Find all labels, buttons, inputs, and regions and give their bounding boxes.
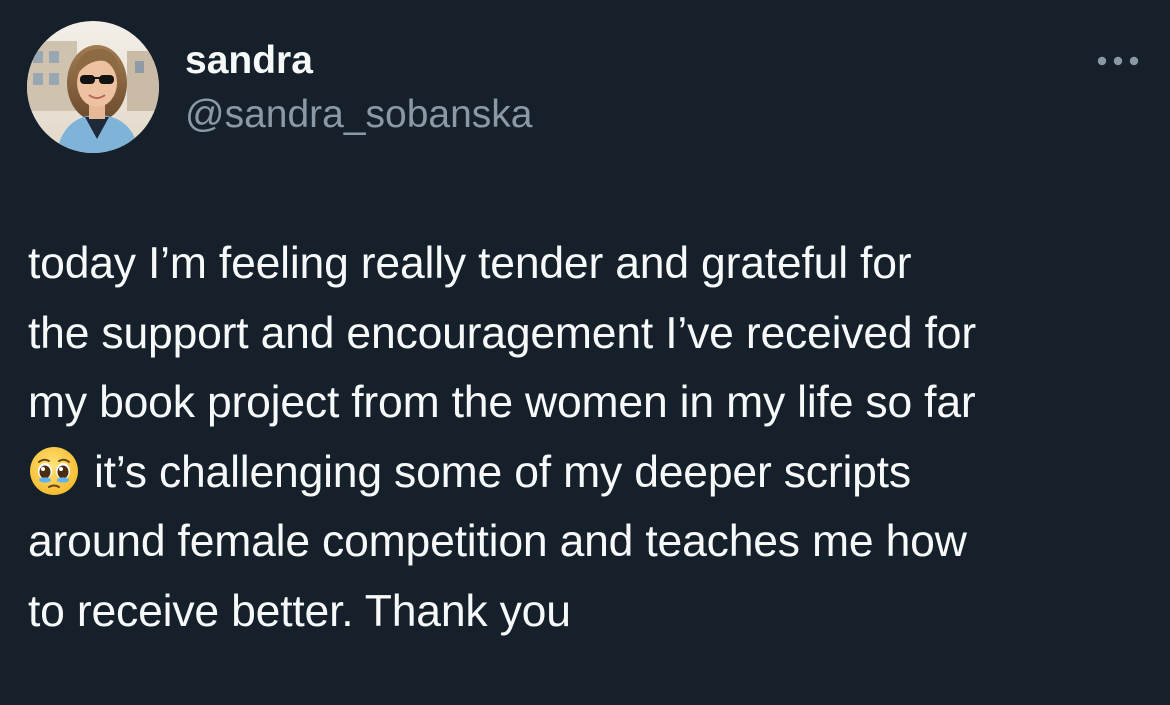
- author-display-name[interactable]: sandra: [185, 38, 313, 84]
- more-horizontal-icon: [1097, 56, 1139, 66]
- avatar[interactable]: [27, 21, 159, 153]
- author-handle[interactable]: @sandra_sobanska: [185, 92, 532, 138]
- avatar-photo: [27, 21, 159, 153]
- more-options-button[interactable]: [1090, 44, 1146, 78]
- tweet-text: today I’m feeling really tender and grat…: [28, 229, 1153, 646]
- tweet-text-line-with-emoji: it’s challenging some of my deeper scrip…: [28, 438, 1153, 508]
- tweet-card: sandra @sandra_sobanska today I’m feelin…: [0, 0, 1170, 705]
- tweet-text-line: today I’m feeling really tender and grat…: [28, 239, 912, 288]
- tweet-text-line: my book project from the women in my lif…: [28, 378, 976, 427]
- tweet-text-line: the support and encouragement I’ve recei…: [28, 308, 976, 358]
- tweet-text-line: around female competition and teaches me…: [28, 517, 967, 566]
- pleading-face-with-tears-icon: [30, 446, 78, 495]
- tweet-text-line: it’s challenging some of my deeper scrip…: [94, 447, 911, 497]
- tweet-text-line: to receive better. Thank you: [28, 586, 571, 636]
